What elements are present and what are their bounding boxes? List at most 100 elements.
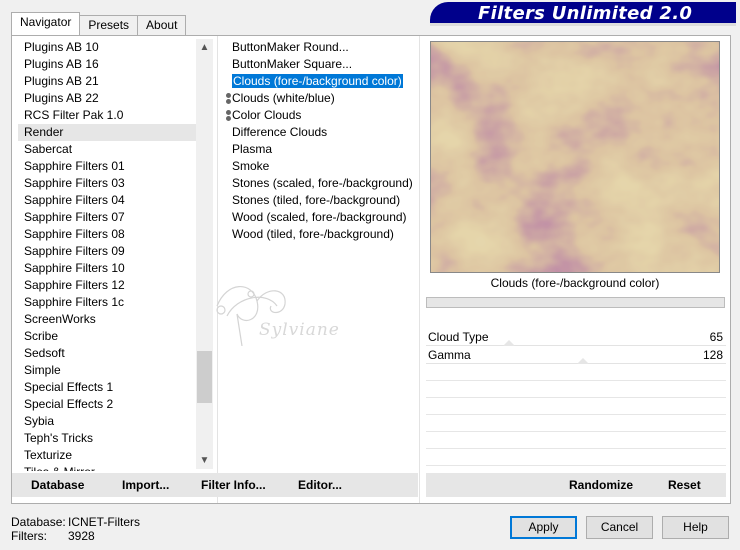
category-item[interactable]: Sabercat bbox=[18, 141, 207, 158]
category-item[interactable]: Sapphire Filters 03 bbox=[18, 175, 207, 192]
param-cloud-type[interactable]: Cloud Type 65 bbox=[426, 328, 726, 346]
reset-link[interactable]: Reset bbox=[668, 478, 701, 492]
navigator-panel: Plugins AB 10 Plugins AB 16 Plugins AB 21 P… bbox=[11, 35, 731, 504]
param-label: Gamma bbox=[428, 348, 471, 362]
category-item[interactable]: Tiles & Mirror bbox=[18, 464, 207, 471]
randomize-link[interactable]: Randomize bbox=[569, 478, 633, 492]
category-item[interactable]: Sybia bbox=[18, 413, 207, 430]
category-item[interactable]: Plugins AB 10 bbox=[18, 39, 207, 56]
favorite-marker-icon bbox=[226, 93, 231, 104]
filter-item[interactable]: Smoke bbox=[226, 158, 426, 175]
category-item[interactable]: Sapphire Filters 1c bbox=[18, 294, 207, 311]
category-item[interactable]: Plugins AB 22 bbox=[18, 90, 207, 107]
divider bbox=[419, 36, 420, 503]
preview-clouds bbox=[431, 42, 719, 272]
title-banner: Filters Unlimited 2.0 bbox=[430, 2, 736, 26]
filter-item[interactable]: Color Clouds bbox=[226, 107, 426, 124]
chevron-up-icon[interactable]: ▲ bbox=[196, 39, 213, 56]
tab-bar: Navigator Presets About bbox=[11, 12, 187, 35]
category-item[interactable]: Sapphire Filters 08 bbox=[18, 226, 207, 243]
filter-item[interactable]: Difference Clouds bbox=[226, 124, 426, 141]
filter-item[interactable]: ButtonMaker Round... bbox=[226, 39, 426, 56]
param-gamma[interactable]: Gamma 128 bbox=[426, 346, 726, 364]
database-label: Database: bbox=[11, 515, 66, 529]
tab-about[interactable]: About bbox=[137, 15, 187, 35]
category-item[interactable]: Sedsoft bbox=[18, 345, 207, 362]
database-link[interactable]: Database bbox=[31, 478, 84, 492]
filter-item[interactable]: Clouds (white/blue) bbox=[226, 90, 426, 107]
empty-param-row bbox=[426, 432, 726, 449]
empty-param-row bbox=[426, 449, 726, 466]
empty-param-row bbox=[426, 415, 726, 432]
category-item[interactable]: Teph's Tricks bbox=[18, 430, 207, 447]
scrollbar-thumb[interactable] bbox=[197, 351, 212, 403]
filter-item-label: Wood (tiled, fore-/background) bbox=[232, 227, 394, 241]
filter-item-label: Difference Clouds bbox=[232, 125, 328, 139]
category-item[interactable]: Sapphire Filters 12 bbox=[18, 277, 207, 294]
app-title: Filters Unlimited 2.0 bbox=[478, 3, 693, 24]
help-button[interactable]: Help bbox=[662, 516, 729, 539]
filters-value: 3928 bbox=[68, 529, 95, 543]
category-item[interactable]: Simple bbox=[18, 362, 207, 379]
preview-image bbox=[430, 41, 720, 273]
empty-param-row bbox=[426, 381, 726, 398]
category-item[interactable]: Texturize bbox=[18, 447, 207, 464]
param-value: 128 bbox=[702, 348, 723, 362]
favorite-marker-icon bbox=[226, 110, 231, 121]
preview-label: Clouds (fore-/background color) bbox=[490, 276, 660, 290]
category-item[interactable]: Sapphire Filters 07 bbox=[18, 209, 207, 226]
filter-list[interactable]: ButtonMaker Round... ButtonMaker Square..… bbox=[226, 39, 426, 471]
category-item[interactable]: Sapphire Filters 09 bbox=[18, 243, 207, 260]
progress-bar bbox=[426, 297, 725, 308]
filter-item[interactable]: Stones (tiled, fore-/background) bbox=[226, 192, 426, 209]
category-item[interactable]: Sapphire Filters 10 bbox=[18, 260, 207, 277]
category-item[interactable]: Sapphire Filters 04 bbox=[18, 192, 207, 209]
filter-item-label: Wood (scaled, fore-/background) bbox=[232, 210, 407, 224]
category-item[interactable]: Plugins AB 21 bbox=[18, 73, 207, 90]
filter-item[interactable]: Wood (tiled, fore-/background) bbox=[226, 226, 426, 243]
param-value: 65 bbox=[709, 330, 723, 344]
category-scrollbar[interactable]: ▲ ▼ bbox=[196, 39, 213, 469]
filter-item-label: Clouds (white/blue) bbox=[232, 91, 335, 105]
editor-link[interactable]: Editor... bbox=[298, 478, 342, 492]
filter-item[interactable]: Wood (scaled, fore-/background) bbox=[226, 209, 426, 226]
tab-presets[interactable]: Presets bbox=[79, 15, 139, 35]
filter-item-label: Color Clouds bbox=[232, 108, 302, 122]
param-label: Cloud Type bbox=[428, 330, 489, 344]
filter-item-label: ButtonMaker Round... bbox=[232, 40, 349, 54]
slider-thumb[interactable] bbox=[577, 358, 589, 364]
category-item[interactable]: RCS Filter Pak 1.0 bbox=[18, 107, 207, 124]
empty-param-row bbox=[426, 398, 726, 415]
parameter-list: Cloud Type 65 Gamma 128 bbox=[426, 328, 726, 466]
category-item[interactable]: Render bbox=[18, 124, 207, 141]
parameter-actions: Randomize Reset bbox=[426, 473, 726, 497]
filters-label: Filters: bbox=[11, 529, 47, 543]
category-item[interactable]: Scribe bbox=[18, 328, 207, 345]
category-item[interactable]: Plugins AB 16 bbox=[18, 56, 207, 73]
database-value: ICNET-Filters bbox=[68, 515, 140, 529]
filter-item[interactable]: Clouds (fore-/background color) bbox=[226, 73, 426, 90]
filter-item-label: Stones (scaled, fore-/background) bbox=[232, 176, 413, 190]
empty-param-row bbox=[426, 364, 726, 381]
filter-info-link[interactable]: Filter Info... bbox=[201, 478, 266, 492]
navigator-actions: Database Import... Filter Info... Editor… bbox=[12, 473, 418, 497]
chevron-down-icon[interactable]: ▼ bbox=[196, 452, 213, 469]
cancel-button[interactable]: Cancel bbox=[586, 516, 653, 539]
category-list[interactable]: Plugins AB 10 Plugins AB 16 Plugins AB 21 P… bbox=[18, 39, 207, 471]
filter-item-label: ButtonMaker Square... bbox=[232, 57, 353, 71]
category-item[interactable]: ScreenWorks bbox=[18, 311, 207, 328]
filter-item[interactable]: Plasma bbox=[226, 141, 426, 158]
category-item[interactable]: Special Effects 1 bbox=[18, 379, 207, 396]
category-item[interactable]: Sapphire Filters 01 bbox=[18, 158, 207, 175]
filter-item-label: Stones (tiled, fore-/background) bbox=[232, 193, 401, 207]
filter-item-label: Smoke bbox=[232, 159, 270, 173]
filter-item[interactable]: ButtonMaker Square... bbox=[226, 56, 426, 73]
import-link[interactable]: Import... bbox=[122, 478, 169, 492]
divider bbox=[217, 36, 218, 503]
apply-button[interactable]: Apply bbox=[510, 516, 577, 539]
filter-item-label: Plasma bbox=[232, 142, 273, 156]
tab-navigator[interactable]: Navigator bbox=[11, 12, 81, 35]
filter-item[interactable]: Stones (scaled, fore-/background) bbox=[226, 175, 426, 192]
category-item[interactable]: Special Effects 2 bbox=[18, 396, 207, 413]
status-area: Database: ICNET-Filters Filters: 3928 bbox=[11, 515, 140, 543]
